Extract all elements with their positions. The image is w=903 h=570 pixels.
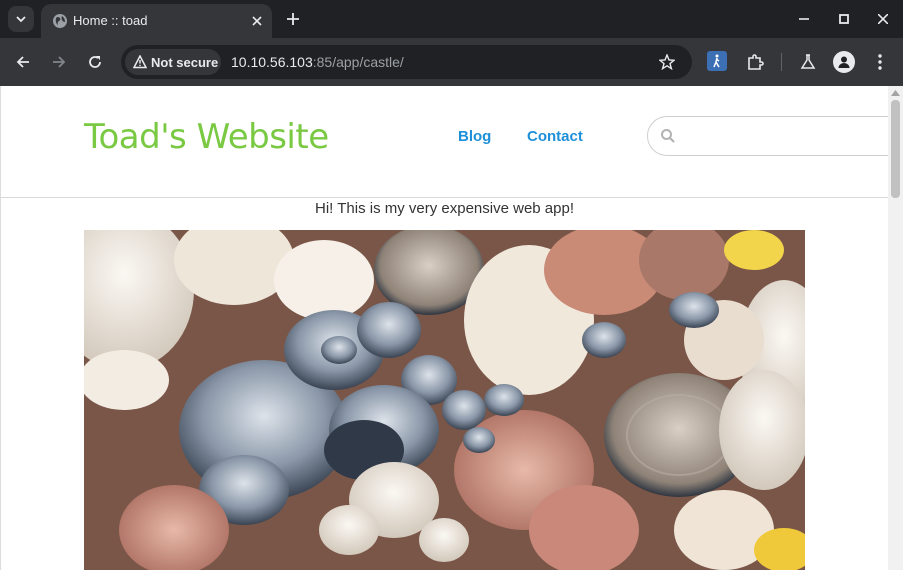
back-button[interactable]: [12, 51, 34, 73]
site-title[interactable]: Toad's Website: [84, 117, 329, 157]
warning-icon: [133, 55, 147, 69]
nav-link-contact[interactable]: Contact: [527, 128, 583, 146]
bookmark-button[interactable]: [657, 52, 677, 72]
nav-link-blog[interactable]: Blog: [458, 128, 491, 146]
arrow-right-icon: [53, 56, 66, 68]
scrollbar-thumb[interactable]: [891, 100, 900, 198]
search-input[interactable]: [682, 125, 886, 149]
page-scrollbar[interactable]: [888, 86, 903, 570]
search-box[interactable]: [647, 116, 903, 156]
forward-button[interactable]: [48, 51, 70, 73]
tab-search-button[interactable]: [8, 6, 34, 32]
new-tab-button[interactable]: [283, 9, 303, 29]
url-host: 10.10.56.103: [231, 54, 313, 70]
star-icon: [659, 54, 675, 70]
extensions-button[interactable]: [744, 51, 766, 73]
site-header: Toad's Website Blog Contact: [1, 86, 903, 198]
url-text[interactable]: 10.10.56.103:85/app/castle/: [231, 54, 404, 70]
tab-strip: Home :: toad: [0, 0, 903, 38]
walker-icon: [713, 54, 720, 68]
menu-button[interactable]: [869, 51, 891, 73]
browser-toolbar: Not secure 10.10.56.103:85/app/castle/: [0, 38, 903, 86]
security-label: Not secure: [151, 55, 219, 70]
person-icon: [838, 56, 850, 68]
browser-tab[interactable]: Home :: toad: [41, 4, 272, 38]
tab-title: Home :: toad: [73, 13, 148, 28]
extension-button[interactable]: [707, 51, 727, 71]
scroll-up-arrow-icon[interactable]: [891, 90, 900, 96]
toolbar-separator: [781, 53, 782, 71]
tab-close-button[interactable]: [248, 12, 266, 30]
security-chip[interactable]: Not secure: [125, 49, 221, 75]
close-icon: [878, 14, 888, 24]
more-vertical-icon: [878, 54, 882, 70]
minimize-icon: [799, 18, 809, 20]
maximize-button[interactable]: [833, 8, 855, 30]
reload-icon: [89, 56, 101, 68]
labs-button[interactable]: [797, 51, 819, 73]
page-viewport: Toad's Website Blog Contact Hi! This is …: [0, 86, 903, 570]
close-icon: [252, 16, 262, 26]
globe-icon: [53, 14, 67, 28]
minimize-button[interactable]: [793, 8, 815, 30]
flask-icon: [800, 54, 816, 69]
plus-icon: [287, 13, 299, 25]
reload-button[interactable]: [84, 51, 106, 73]
profile-avatar[interactable]: [833, 51, 855, 73]
intro-text: Hi! This is my very expensive web app!: [315, 200, 574, 217]
mushrooms-photo: [84, 230, 805, 570]
arrow-left-icon: [16, 56, 29, 68]
url-path: :85/app/castle/: [312, 54, 404, 70]
hero-image: [84, 230, 805, 570]
search-icon: [661, 129, 675, 143]
chevron-down-icon: [16, 16, 26, 23]
maximize-icon: [839, 14, 849, 24]
puzzle-icon: [748, 54, 764, 70]
address-bar[interactable]: Not secure 10.10.56.103:85/app/castle/: [121, 45, 692, 79]
window-close-button[interactable]: [872, 8, 894, 30]
